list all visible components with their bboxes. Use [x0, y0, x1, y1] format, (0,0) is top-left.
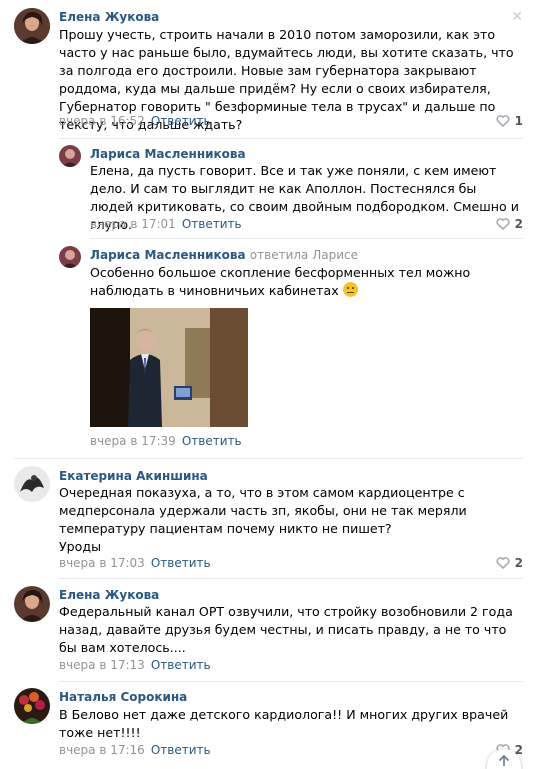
like-count: 2	[514, 556, 523, 570]
comment-author[interactable]: Наталья Сорокина	[59, 690, 187, 704]
comment-time[interactable]: вчера в 17:16	[59, 743, 145, 757]
heart-icon	[496, 115, 510, 127]
comment-time[interactable]: вчера в 17:03	[59, 556, 145, 570]
comment-meta: вчера в 17:03 Ответить	[59, 556, 211, 570]
comment-text-line: Уроды	[59, 539, 102, 554]
comment-larisa-1: Лариса Масленникова Елена, да пусть гово…	[0, 138, 537, 238]
comment-meta: вчера в 17:39 Ответить	[90, 434, 242, 448]
avatar[interactable]	[14, 8, 50, 44]
comment-larisa-2-footer: вчера в 17:39 Ответить	[0, 428, 537, 458]
avatar[interactable]	[59, 246, 81, 268]
comment-elena-2: Елена Жукова Федеральный канал ОРТ озвуч…	[0, 578, 537, 681]
avatar[interactable]	[14, 466, 50, 502]
neutral-face-emoji-icon	[342, 282, 358, 297]
like-button[interactable]: 1	[496, 114, 523, 128]
comment-meta: вчера в 17:13 Ответить	[59, 658, 211, 672]
avatar[interactable]	[14, 688, 50, 724]
comment-text: Федеральный канал ОРТ озвучили, что стро…	[59, 604, 513, 655]
comment-author[interactable]: Елена Жукова	[59, 10, 159, 24]
comment-time[interactable]: вчера в 16:52	[59, 114, 145, 128]
comment-meta: вчера в 17:16 Ответить	[59, 743, 211, 757]
comment-text: В Белово нет даже детского кардиолога!! …	[59, 707, 509, 740]
author-link[interactable]: Лариса Масленникова	[90, 248, 246, 262]
comment-author[interactable]: Елена Жукова	[59, 588, 159, 602]
comment-author[interactable]: Екатерина Акиншина	[59, 469, 208, 483]
comment-meta: вчера в 17:01 Ответить	[90, 217, 242, 231]
comment-author: Лариса Масленникова ответила Ларисе	[90, 248, 358, 262]
comment-text-body: Особенно большое скопление бесформенных …	[90, 265, 471, 298]
comment-author[interactable]: Лариса Масленникова	[90, 147, 246, 161]
comment-time[interactable]: вчера в 17:01	[90, 217, 176, 231]
comment-time[interactable]: вчера в 17:13	[59, 658, 145, 672]
like-count: 1	[514, 114, 523, 128]
heart-icon	[496, 218, 510, 230]
reply-button[interactable]: Ответить	[151, 743, 211, 757]
avatar[interactable]	[59, 145, 81, 167]
comment-ekaterina: Екатерина Акиншина Очередная показуха, а…	[0, 458, 537, 578]
like-count: 2	[514, 217, 523, 231]
comment-larisa-2: Лариса Масленникова ответила Ларисе Особ…	[0, 238, 537, 458]
comment-time[interactable]: вчера в 17:39	[90, 434, 176, 448]
avatar[interactable]	[14, 586, 50, 622]
reply-button[interactable]: Ответить	[182, 217, 242, 231]
heart-icon	[496, 557, 510, 569]
reply-button[interactable]: Ответить	[151, 114, 211, 128]
reply-button[interactable]: Ответить	[151, 658, 211, 672]
like-button[interactable]: 2	[496, 217, 523, 231]
comment-text: Очередная показуха, а то, что в этом сам…	[59, 484, 519, 556]
comment-natalya: Наталья Сорокина В Белово нет даже детск…	[0, 681, 537, 769]
reply-button[interactable]: Ответить	[182, 434, 242, 448]
comment-text-line: Очередная показуха, а то, что в этом сам…	[59, 485, 467, 536]
reply-button[interactable]: Ответить	[151, 556, 211, 570]
comment-elena-1: Елена Жукова ✕ Прошу учесть, строить нач…	[0, 0, 537, 138]
comment-text: Особенно большое скопление бесформенных …	[90, 264, 520, 300]
close-icon[interactable]: ✕	[511, 9, 523, 25]
attached-photo[interactable]	[90, 308, 248, 427]
replied-to[interactable]: ответила Ларисе	[250, 248, 358, 262]
comment-meta: вчера в 16:52 Ответить	[59, 114, 211, 128]
arrow-up-icon	[498, 755, 510, 766]
like-button[interactable]: 2	[496, 556, 523, 570]
